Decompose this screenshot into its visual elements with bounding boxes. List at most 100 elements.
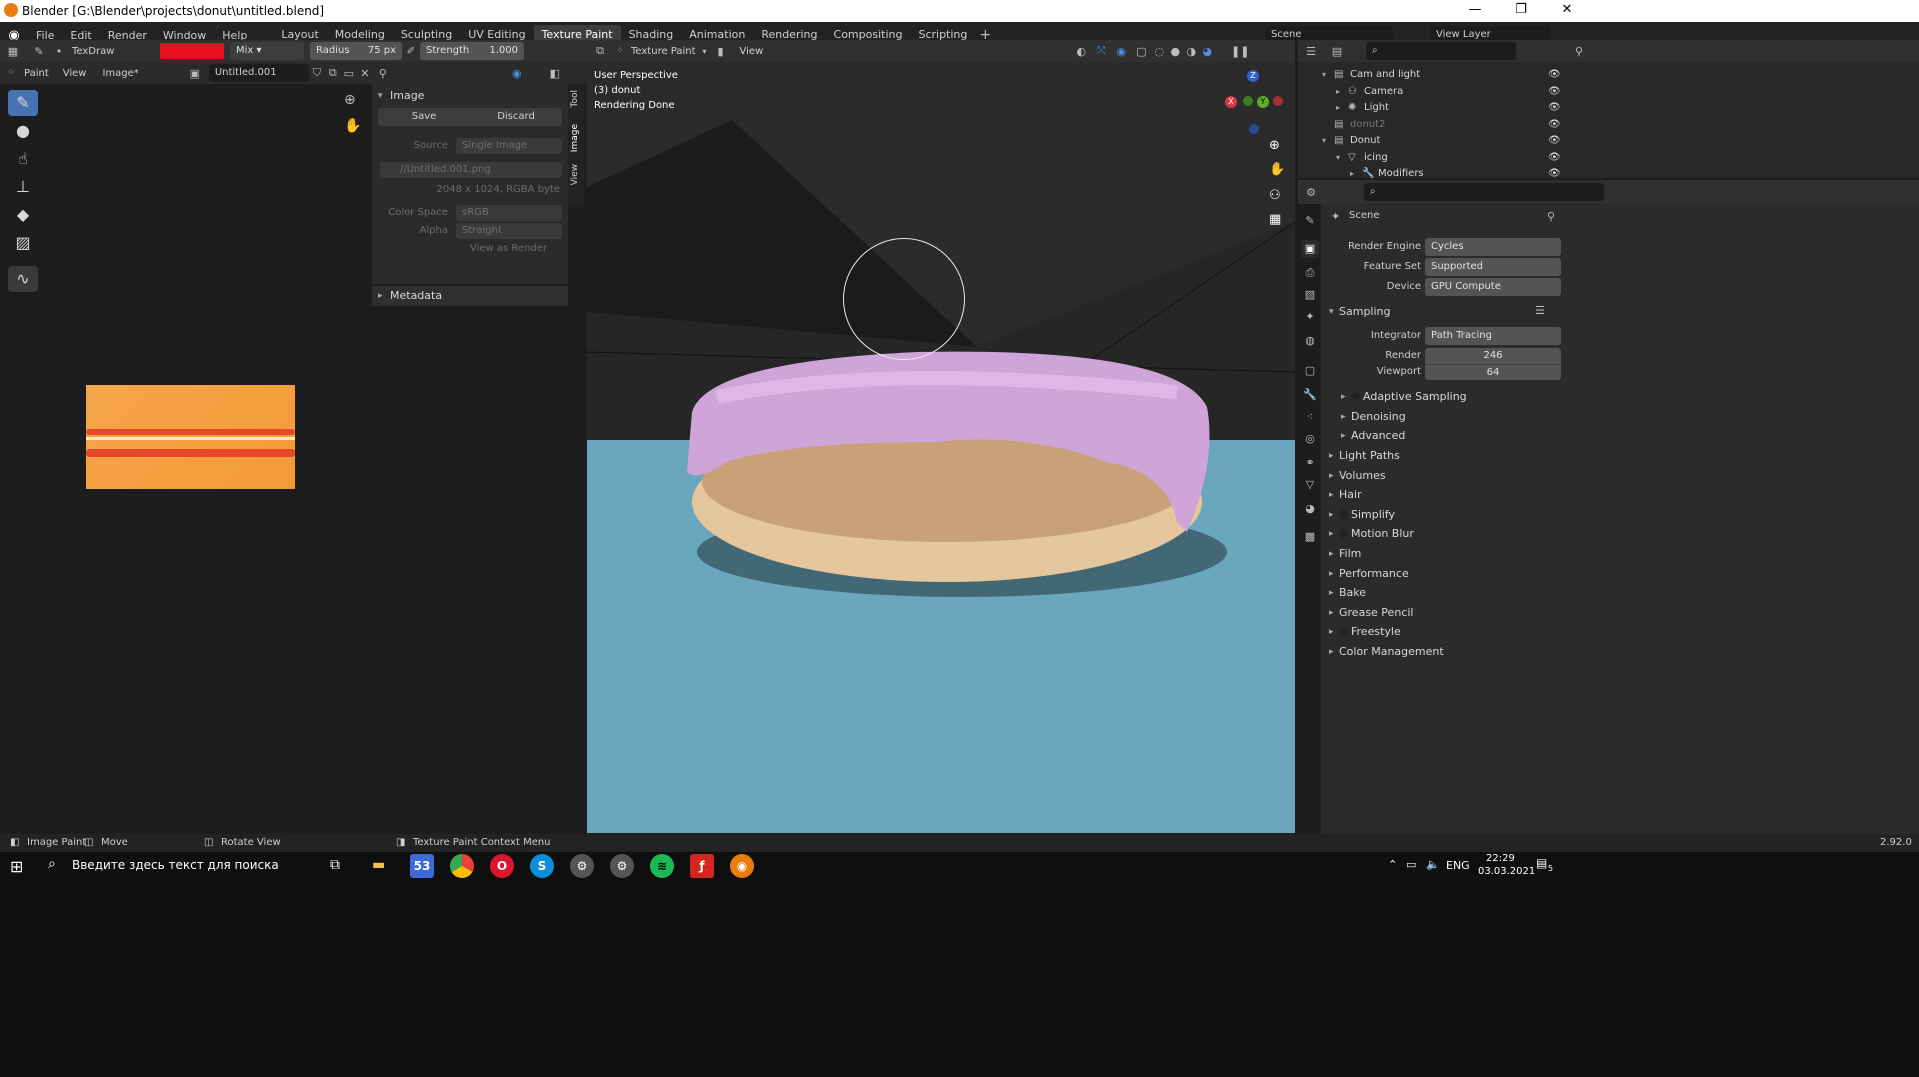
device-dropdown[interactable]: GPU Compute (1425, 278, 1561, 296)
radius-field[interactable]: Radius 75 px (310, 42, 402, 60)
blend-mode-dropdown[interactable]: Mix ▾ (230, 42, 304, 60)
outliner-row[interactable]: ▸ ⚇ Camera 👁 (1298, 84, 1919, 100)
3d-viewport[interactable]: User Perspective (3) donut Rendering Don… (587, 62, 1295, 833)
neg-x-axis-icon[interactable] (1273, 96, 1283, 106)
skype-icon[interactable]: S (530, 854, 554, 878)
section-simplify[interactable]: Simplify (1329, 506, 1395, 524)
expand-arrow-icon[interactable]: ▾ (1322, 133, 1326, 149)
eye-visibility-icon[interactable]: 👁 (1548, 133, 1561, 149)
mask-mode-icon[interactable]: ▮ (710, 45, 732, 58)
editor-type-icon[interactable]: ▦ (0, 45, 26, 58)
advanced-section[interactable]: Advanced (1341, 427, 1405, 445)
outliner-row[interactable]: ▾ ▤ Donut 👁 (1298, 133, 1919, 149)
gizmo-icon[interactable]: ⤧ (1091, 44, 1111, 58)
solid-shading-icon[interactable]: ● (1167, 45, 1183, 58)
expand-arrow-icon[interactable]: ▾ (1322, 67, 1326, 83)
expand-arrow-icon[interactable]: ▸ (1336, 100, 1340, 116)
unlink-image-icon[interactable]: ✕ (357, 67, 373, 80)
adaptive-sampling-section[interactable]: Adaptive Sampling (1341, 388, 1467, 406)
file-explorer-icon[interactable]: ▬ (372, 857, 385, 873)
app-icon-53[interactable]: 53 (410, 854, 434, 878)
menu-image[interactable]: Image* (94, 68, 146, 79)
pan-view-icon[interactable]: ✋ (1269, 162, 1285, 177)
section-volumes[interactable]: Volumes (1329, 467, 1386, 485)
constraints-tab-icon[interactable]: ⚭ (1301, 454, 1319, 472)
presets-icon[interactable]: ☰ (1535, 304, 1545, 317)
opera-icon[interactable]: O (490, 854, 514, 878)
clock-date[interactable]: 03.03.2021 (1478, 866, 1535, 877)
outliner-item-label[interactable]: Cam and light (1350, 67, 1420, 83)
camera-view-icon[interactable]: ⚇ (1269, 188, 1281, 203)
toggle-checkbox[interactable] (1351, 392, 1360, 401)
overlays-icon[interactable]: ◉ (1111, 45, 1131, 58)
zoom-view-icon[interactable]: ⊕ (1269, 138, 1280, 153)
clone-tool-button[interactable]: ⊥ (8, 174, 38, 200)
chrome-icon[interactable] (450, 854, 474, 878)
pin-icon[interactable]: ⚲ (1547, 210, 1555, 223)
toggle-checkbox[interactable] (1339, 509, 1348, 519)
pan-hand-icon[interactable]: ✋ (344, 118, 361, 134)
feature-set-dropdown[interactable]: Supported (1425, 258, 1561, 276)
pin-icon[interactable]: ⚲ (373, 67, 393, 80)
close-button[interactable]: ✕ (1544, 0, 1590, 22)
outliner-item-label[interactable]: donut2 (1350, 117, 1385, 133)
section-bake[interactable]: Bake (1329, 584, 1366, 602)
discard-button[interactable]: Discard (470, 108, 562, 126)
tray-chevron-icon[interactable]: ⌃ (1388, 858, 1397, 871)
brush-name[interactable]: TexDraw (66, 46, 146, 57)
expand-arrow-icon[interactable]: ▾ (1336, 150, 1340, 166)
pause-render-icon[interactable]: ❚❚ (1229, 45, 1251, 58)
paint-mode-dropdown[interactable]: Paint (18, 68, 55, 79)
soften-tool-button[interactable]: ● (8, 118, 38, 144)
open-image-icon[interactable]: ▭ (341, 67, 357, 80)
strength-field[interactable]: Strength 1.000 (420, 42, 524, 60)
xray-icon[interactable]: ▢ (1131, 45, 1151, 58)
particles-tab-icon[interactable]: ⁖ (1301, 408, 1319, 426)
zoom-icon[interactable]: ⊕ (344, 92, 356, 108)
outliner-item-label[interactable]: Light (1364, 100, 1389, 116)
outliner-row[interactable]: ▾ ▤ Cam and light 👁 (1298, 67, 1919, 83)
material-tab-icon[interactable]: ◕ (1301, 500, 1319, 518)
section-performance[interactable]: Performance (1329, 565, 1409, 583)
task-view-icon[interactable]: ⧉ (330, 857, 340, 873)
outliner-editor-type-icon[interactable]: ☰ (1298, 45, 1324, 58)
tab-tool[interactable]: Tool (570, 90, 580, 107)
display-mode-icon[interactable]: ▤ (1324, 45, 1350, 58)
minimize-button[interactable]: — (1452, 0, 1498, 22)
section-grease-pencil[interactable]: Grease Pencil (1329, 604, 1413, 622)
image-browse-icon[interactable]: ▣ (181, 67, 209, 80)
save-button[interactable]: Save (378, 108, 470, 126)
ortho-toggle-icon[interactable]: ▦ (1269, 212, 1281, 227)
outliner-search-input[interactable]: ⌕ (1366, 42, 1516, 60)
toggle-checkbox[interactable] (1339, 627, 1348, 637)
world-tab-icon[interactable]: ◍ (1301, 332, 1319, 350)
output-tab-icon[interactable]: ⎙ (1301, 264, 1319, 282)
section-light-paths[interactable]: Light Paths (1329, 447, 1400, 465)
render-engine-dropdown[interactable]: Cycles (1425, 238, 1561, 256)
material-shading-icon[interactable]: ◑ (1183, 45, 1199, 58)
brush-color-swatch[interactable] (160, 43, 224, 59)
metadata-panel-header[interactable]: Metadata (372, 286, 568, 306)
outliner-item-label[interactable]: icing (1364, 150, 1388, 166)
outliner-item-label[interactable]: Camera (1364, 84, 1403, 100)
section-hair[interactable]: Hair (1329, 486, 1362, 504)
z-axis-icon[interactable]: Z (1247, 70, 1259, 82)
viewport-samples-field[interactable]: 64 (1425, 364, 1561, 380)
denoising-section[interactable]: Denoising (1341, 408, 1406, 426)
wireframe-shading-icon[interactable]: ◌ (1151, 45, 1167, 58)
menu-view[interactable]: View (55, 68, 95, 79)
neg-y-axis-icon[interactable] (1243, 96, 1253, 106)
source-dropdown[interactable]: Single Image (456, 138, 562, 154)
neg-z-axis-icon[interactable] (1249, 124, 1259, 134)
eye-visibility-icon[interactable]: 👁 (1548, 150, 1561, 166)
steam-settings-icon[interactable]: ⚙ (570, 854, 594, 878)
section-motion-blur[interactable]: Motion Blur (1329, 525, 1414, 543)
tab-image[interactable]: Image (570, 124, 580, 152)
rendered-shading-icon[interactable]: ◕ (1199, 45, 1215, 58)
visibility-icon[interactable]: ◐ (1071, 45, 1091, 58)
toggle-checkbox[interactable] (1339, 529, 1348, 539)
clock-time[interactable]: 22:29 (1486, 853, 1515, 864)
image-editor-canvas[interactable]: ✎ ● ☝ ⊥ ◆ ▨ ∿ ⊕ ✋ (0, 86, 372, 826)
windows-start-icon[interactable]: ⊞ (10, 857, 23, 876)
x-axis-icon[interactable]: X (1225, 96, 1237, 108)
